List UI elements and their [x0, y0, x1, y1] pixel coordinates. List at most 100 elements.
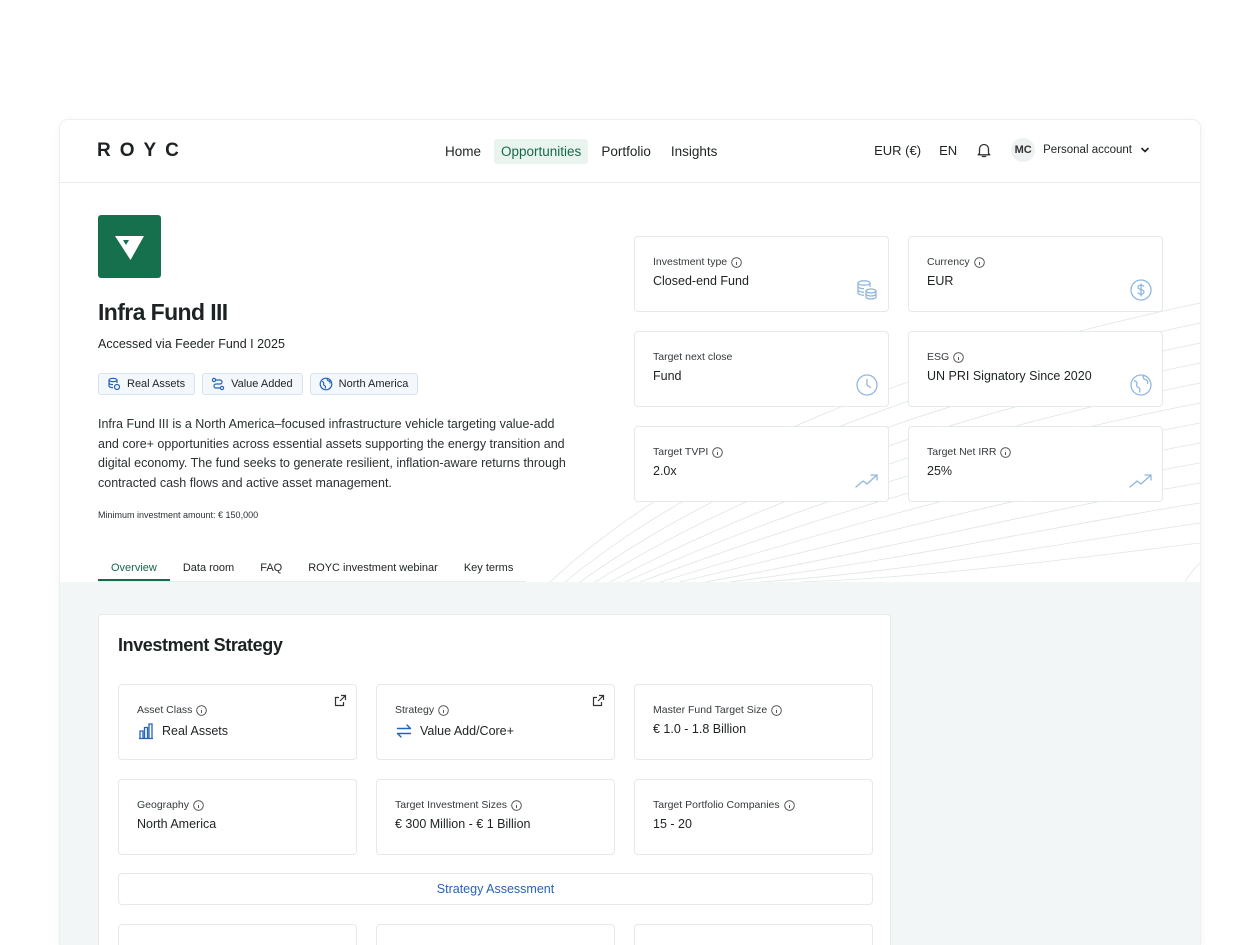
investment-strategy-card: Investment Strategy Asset Class Real Ass… [98, 614, 891, 945]
kpi-label: Investment type [653, 256, 728, 268]
strategy-target-investment-sizes: Target Investment Sizes € 300 Million - … [376, 779, 615, 855]
assessment-card [118, 924, 357, 945]
kpi-target-tvpi: Target TVPI 2.0x [634, 426, 889, 502]
kpi-target-next-close: Target next close Fund [634, 331, 889, 407]
account-menu[interactable]: MC Personal account [1011, 138, 1150, 162]
tab-overview[interactable]: Overview [98, 557, 170, 581]
cell-value: Real Assets [162, 724, 229, 738]
nav-item-home[interactable]: Home [438, 139, 488, 164]
tag-real-assets[interactable]: Real Assets [98, 373, 196, 395]
strategy-master-fund-target-size: Master Fund Target Size € 1.0 - 1.8 Bill… [634, 684, 873, 760]
strategy-geography: Geography North America [118, 779, 357, 855]
tag-label: Value Added [231, 378, 293, 390]
kpi-label: Target Net IRR [927, 446, 997, 458]
strategy-target-portfolio-companies: Target Portfolio Companies 15 - 20 [634, 779, 873, 855]
strategy-assessment-button[interactable]: Strategy Assessment [118, 873, 873, 905]
fund-subtitle: Accessed via Feeder Fund I 2025 [98, 337, 285, 351]
info-icon[interactable] [1000, 446, 1012, 458]
kpi-label: Currency [927, 256, 970, 268]
dollar-circle-icon [1130, 279, 1152, 301]
kpi-value: Closed-end Fund [653, 274, 749, 288]
fund-tabs: Overview Data room FAQ ROYC investment w… [98, 557, 527, 582]
globe-icon [1130, 374, 1152, 396]
currency-selector[interactable]: EUR (€) [874, 143, 921, 158]
cell-value: 15 - 20 [653, 817, 692, 831]
external-link-icon[interactable] [334, 694, 347, 707]
overview-content: Investment Strategy Asset Class Real Ass… [60, 582, 1200, 945]
tab-key-terms[interactable]: Key terms [451, 557, 527, 581]
info-icon[interactable] [511, 799, 522, 811]
fund-tags: Real Assets Value Added North America [98, 373, 419, 395]
info-icon[interactable] [193, 799, 204, 811]
info-icon[interactable] [196, 704, 208, 716]
cell-label: Asset Class [137, 704, 193, 716]
kpi-investment-type: Investment type Closed-end Fund [634, 236, 889, 312]
tag-north-america[interactable]: North America [309, 373, 419, 395]
tab-data-room[interactable]: Data room [170, 557, 247, 581]
tag-value-added[interactable]: Value Added [202, 373, 303, 395]
main-nav: Home Opportunities Portfolio Insights [438, 139, 724, 164]
trend-up-icon [1129, 474, 1152, 488]
info-icon[interactable] [783, 799, 795, 811]
cell-label: Geography [137, 799, 189, 811]
cell-label: Master Fund Target Size [653, 704, 768, 716]
cell-label: Target Portfolio Companies [653, 799, 780, 811]
language-selector[interactable]: EN [939, 143, 957, 158]
info-icon[interactable] [973, 256, 985, 268]
chevron-down-icon [1141, 147, 1149, 153]
trend-up-icon [855, 474, 878, 488]
kpi-target-net-irr: Target Net IRR 25% [908, 426, 1163, 502]
tab-faq[interactable]: FAQ [247, 557, 295, 581]
cell-label: Target Investment Sizes [395, 799, 508, 811]
globe-icon [319, 377, 333, 391]
fund-name: Infra Fund III [98, 299, 228, 325]
external-link-icon[interactable] [592, 694, 605, 707]
coins-icon [857, 280, 877, 300]
clock-icon [856, 374, 878, 396]
fund-logo [98, 215, 161, 278]
info-icon[interactable] [438, 704, 449, 716]
royc-logo[interactable]: ROYC [97, 140, 188, 162]
cell-value: € 1.0 - 1.8 Billion [653, 722, 747, 736]
fund-hero: Infra Fund III Accessed via Feeder Fund … [60, 183, 1200, 582]
top-navigation-bar: ROYC Home Opportunities Portfolio Insigh… [60, 120, 1200, 183]
swap-arrows-icon [396, 724, 412, 738]
coins-stack-icon [108, 377, 121, 391]
assessment-card [376, 924, 615, 945]
nav-item-insights[interactable]: Insights [664, 139, 725, 164]
kpi-esg: ESG UN PRI Signatory Since 2020 [908, 331, 1163, 407]
nav-item-portfolio[interactable]: Portfolio [594, 139, 658, 164]
nav-item-opportunities[interactable]: Opportunities [494, 139, 589, 164]
kpi-label: Target TVPI [653, 446, 709, 458]
kpi-value: UN PRI Signatory Since 2020 [927, 369, 1092, 383]
app-window: ROYC Home Opportunities Portfolio Insigh… [60, 120, 1200, 945]
info-icon[interactable] [712, 446, 724, 458]
tag-label: North America [338, 378, 409, 390]
kpi-currency: Currency EUR [908, 236, 1163, 312]
funnel-icon [115, 236, 144, 260]
account-label: Personal account [1043, 144, 1132, 156]
cell-value: Value Add/Core+ [420, 724, 514, 738]
strategy-strategy: Strategy Value Add/Core+ [376, 684, 615, 760]
fund-description: Infra Fund III is a North America–focuse… [98, 417, 566, 490]
minimum-investment: Minimum investment amount: € 150,000 [98, 510, 259, 520]
strategy-asset-class: Asset Class Real Assets [118, 684, 357, 760]
section-title: Investment Strategy [118, 635, 283, 655]
bell-icon[interactable] [975, 141, 993, 159]
cell-value: North America [137, 817, 217, 831]
info-icon[interactable] [771, 704, 782, 716]
tab-webinar[interactable]: ROYC investment webinar [295, 557, 451, 581]
assessment-card [634, 924, 873, 945]
bar-chart-icon [139, 723, 153, 740]
kpi-label: Target next close [653, 351, 733, 363]
header-actions: EUR (€) EN MC Personal account [874, 138, 1150, 162]
info-icon[interactable] [731, 256, 742, 268]
kpi-value: 2.0x [653, 464, 677, 478]
kpi-value: EUR [927, 274, 954, 288]
info-icon[interactable] [953, 351, 964, 363]
route-icon [211, 377, 225, 391]
cell-value: € 300 Million - € 1 Billion [395, 817, 531, 831]
avatar: MC [1011, 138, 1036, 162]
kpi-label: ESG [927, 351, 950, 363]
cell-label: Strategy [395, 704, 435, 716]
